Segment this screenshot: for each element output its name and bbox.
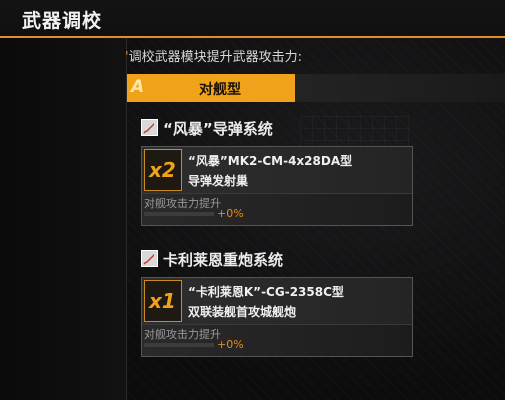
tab-label: 对舰型 (199, 82, 241, 98)
stat-label: 对舰攻击力提升 (144, 328, 221, 341)
description: '调校武器模块提升武器攻击力: (125, 46, 302, 65)
item-name: “风暴”MK2-CM-4x28DA型 (188, 154, 353, 168)
description-text: 调校武器模块提升武器攻击力: (128, 50, 302, 65)
stat-progress-bar (144, 343, 214, 347)
missile-icon (141, 119, 158, 136)
item-name: “卡利莱恩K”-CG-2358C型 (188, 285, 344, 299)
tab-anti-ship[interactable]: A 对舰型 (127, 74, 295, 102)
module-card-cannon[interactable]: x1 “卡利莱恩K”-CG-2358C型 双联装舰首攻城舰炮 对舰攻击力提升 +… (141, 277, 413, 357)
tab-bar: A 对舰型 (127, 74, 505, 102)
module-card-missile[interactable]: x2 “风暴”MK2-CM-4x28DA型 导弹发射巢 对舰攻击力提升 +0% (141, 146, 413, 226)
header-bar: 武器调校 (0, 0, 505, 36)
cannon-icon (141, 250, 158, 267)
quantity-badge: x2 (144, 149, 182, 191)
stat-value: +0% (217, 207, 244, 220)
quantity-text: x1 (149, 289, 176, 313)
quantity-text: x2 (149, 158, 176, 182)
stat-progress-bar (144, 212, 214, 216)
page-title: 武器调校 (22, 10, 103, 32)
card-header: x2 “风暴”MK2-CM-4x28DA型 导弹发射巢 (142, 147, 412, 194)
quantity-badge: x1 (144, 280, 182, 322)
card-header: x1 “卡利莱恩K”-CG-2358C型 双联装舰首攻城舰炮 (142, 278, 412, 325)
section-title-missile: “风暴”导弹系统 (163, 120, 273, 138)
item-subtitle: 导弹发射巢 (188, 174, 249, 188)
stat-label: 对舰攻击力提升 (144, 197, 221, 210)
item-subtitle: 双联装舰首攻城舰炮 (188, 305, 297, 319)
section-title-cannon: 卡利莱恩重炮系统 (163, 251, 284, 269)
tab-letter: A (131, 77, 145, 97)
left-panel (0, 38, 127, 400)
stat-value: +0% (217, 338, 244, 351)
